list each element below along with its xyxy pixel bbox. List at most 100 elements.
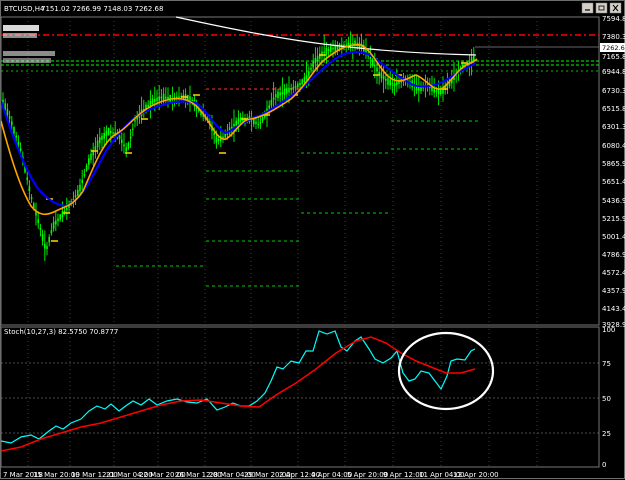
candle-body [28,186,31,192]
candle-body [81,179,83,183]
candle-body [235,120,237,126]
stoch-tick-label: 75 [602,360,611,368]
candle-body [129,136,132,139]
candle-body [292,86,295,89]
candle-body [165,96,167,99]
time-tick-label: 4 Apr 04:00 [311,471,352,479]
price-tick-label: 6080.40 [602,142,625,150]
candle-body [99,137,101,144]
candle-body [325,48,328,55]
candle-body [393,83,396,87]
candle-body [215,136,218,143]
chart-symbol-label: BTCUSD,H4 [4,5,45,13]
candle-body [48,236,50,243]
candle-body [237,118,240,125]
candle-body [72,198,75,200]
candle-body [88,158,90,165]
minimize-icon[interactable] [581,2,594,14]
chart-window[interactable]: 7262.68 7594.80 7380.30 7165.80 6944.85 … [0,0,625,479]
price-tick-label: 6944.85 [602,68,625,76]
candle-body [50,230,53,234]
candle-body [44,243,46,249]
candle-body [79,184,81,192]
candle-body [376,67,378,72]
candle-body [308,71,310,76]
candle-body [281,92,284,95]
stochastic-indicator-label: Stoch(10,27,3) 82.5750 70.8777 [4,328,118,336]
candle-body [30,197,33,199]
price-tick-label: 6730.35 [602,87,625,95]
candle-body [213,132,215,136]
candle-body [255,121,257,124]
time-tick-label: 12 Apr 20:00 [453,471,499,479]
candle-body [83,174,86,176]
price-tick-label: 4143.45 [602,305,625,313]
candlesticks [2,31,475,261]
candle-body [435,90,438,92]
candle-body [132,128,134,130]
candle-body [323,51,325,53]
candle-body [110,130,112,133]
price-tick-label: 7165.80 [602,53,625,61]
price-tick-label: 7594.80 [602,15,625,23]
chart-canvas[interactable]: 7262.68 7594.80 7380.30 7165.80 6944.85 … [1,1,625,480]
restore-icon[interactable] [595,2,608,14]
time-axis: 7 Mar 2018 15 Mar 20:00 19 Mar 12:00 21 … [3,471,499,479]
stoch-panel-frame [1,326,600,468]
candle-body [279,92,281,96]
price-tick-label: 5001.45 [602,233,625,241]
candle-body [15,135,17,138]
candle-body [217,138,220,142]
candle-body [158,96,160,101]
candle-body [305,75,308,80]
candle-body [77,190,79,196]
candle-body [371,59,374,65]
candle-body [275,94,277,98]
stoch-tick-label: 0 [602,461,606,469]
candle-body [57,218,59,222]
candle-body [316,55,319,61]
candle-body [96,140,99,148]
candle-body [121,139,123,143]
candle-body [90,153,92,161]
candle-body [286,88,288,94]
candle-body [19,148,22,151]
candle-body [268,105,270,109]
candle-body [301,79,303,84]
candle-body [374,64,376,67]
candle-body [396,82,398,86]
candle-body [385,78,387,81]
candle-body [39,228,42,230]
candle-body [127,143,130,149]
candle-body [314,58,317,63]
candle-body [277,91,279,99]
candle-body [382,75,385,80]
candle-body [154,98,156,102]
candle-body [261,116,264,121]
candle-body [125,147,127,152]
candle-body [299,83,301,86]
candle-body [17,141,20,145]
candle-body [380,72,383,79]
candle-body [378,71,380,75]
candle-body [327,49,330,52]
candle-body [94,146,97,150]
candle-body [118,135,121,139]
indicator-labels [3,25,55,63]
candle-body [257,123,259,125]
candle-body [473,55,475,61]
price-axis: 7594.80 7380.30 7165.80 6944.85 6730.35 … [602,15,625,329]
pivot-markers [46,44,468,242]
close-icon[interactable] [609,2,622,14]
candle-body [74,195,77,197]
candle-body [162,93,165,101]
candle-body [283,89,286,96]
candle-body [418,87,420,91]
candle-body [297,83,299,88]
candle-body [85,165,88,171]
candle-body [41,234,44,241]
ohlc-values-label: 7151.02 7266.99 7148.03 7262.68 [41,5,163,13]
candle-body [160,96,163,99]
candle-body [103,133,105,139]
window-controls[interactable] [581,2,622,14]
